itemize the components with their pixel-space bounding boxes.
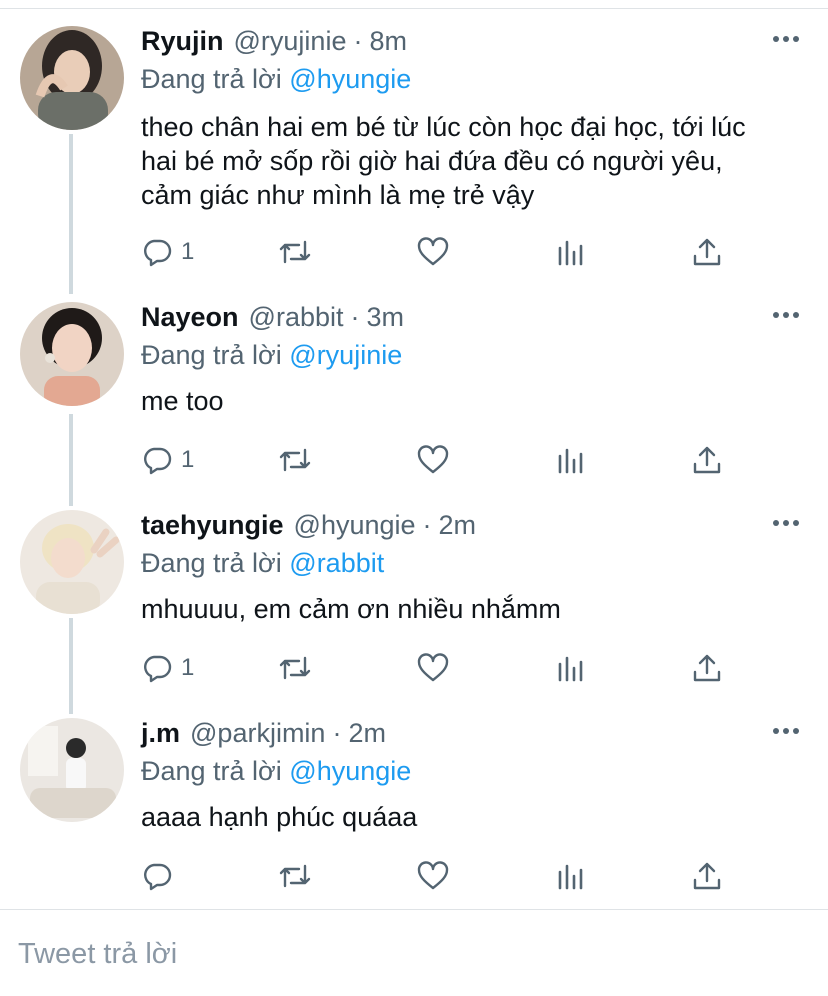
- replying-to-label: Đang trả lời: [141, 64, 282, 94]
- share-upload-icon: [693, 446, 721, 474]
- heart-icon: [417, 237, 449, 266]
- analytics-bars-icon: [558, 240, 583, 266]
- display-name[interactable]: taehyungie: [141, 510, 284, 541]
- like-button[interactable]: [416, 440, 450, 480]
- retweet-button[interactable]: [277, 232, 313, 272]
- avatar[interactable]: [20, 718, 124, 822]
- separator-dot: ·: [353, 26, 363, 56]
- mention-link[interactable]: @ryujinie: [289, 340, 402, 370]
- top-divider: [0, 8, 828, 9]
- tweet-text: aaaa hạnh phúc quáaa: [141, 802, 418, 832]
- reply-button[interactable]: 1: [141, 232, 194, 272]
- retweet-icon: [279, 240, 311, 264]
- retweet-icon: [279, 448, 311, 472]
- share-button[interactable]: [691, 648, 723, 688]
- thread-connector: [69, 618, 73, 714]
- timestamp[interactable]: 2m: [348, 718, 386, 749]
- tweet-text: mhuuuu, em cảm ơn nhiều nhắmm: [141, 594, 561, 624]
- heart-icon: [417, 445, 449, 474]
- reply-button[interactable]: [141, 856, 181, 896]
- tweet-actions: 1: [141, 232, 741, 272]
- thread-connector: [69, 414, 73, 506]
- reply-button[interactable]: 1: [141, 440, 194, 480]
- tweet-header: j.m @parkjimin · 2m: [141, 718, 386, 756]
- tweet-text: theo chân hai em bé từ lúc còn học đại h…: [141, 112, 746, 210]
- heart-icon: [417, 861, 449, 890]
- separator-dot: ·: [422, 510, 432, 540]
- replying-to: Đang trả lời @hyungie: [141, 756, 411, 787]
- analytics-bars-icon: [558, 448, 583, 474]
- comment-bubble-icon: [144, 447, 172, 475]
- tweet-header: Nayeon @rabbit · 3m: [141, 302, 404, 340]
- tweet-header: Ryujin @ryujinie · 8m: [141, 26, 407, 64]
- retweet-button[interactable]: [277, 856, 313, 896]
- timestamp[interactable]: 2m: [439, 510, 477, 541]
- reply-count: 1: [181, 446, 195, 473]
- analytics-bars-icon: [558, 864, 583, 890]
- share-button[interactable]: [691, 440, 723, 480]
- heart-icon: [417, 653, 449, 682]
- replying-to: Đang trả lời @rabbit: [141, 548, 384, 579]
- retweet-icon: [279, 864, 311, 888]
- reply-composer-input[interactable]: Tweet trả lời: [18, 938, 177, 971]
- timestamp[interactable]: 8m: [369, 26, 407, 57]
- display-name[interactable]: Ryujin: [141, 26, 224, 57]
- separator-dot: ·: [332, 718, 342, 748]
- user-handle[interactable]: @parkjimin: [190, 718, 325, 749]
- like-button[interactable]: [416, 856, 450, 896]
- like-button[interactable]: [416, 232, 450, 272]
- tweet-text: me too: [141, 386, 224, 416]
- mention-link[interactable]: @hyungie: [289, 756, 411, 786]
- display-name[interactable]: Nayeon: [141, 302, 239, 333]
- timestamp[interactable]: 3m: [367, 302, 405, 333]
- mention-link[interactable]: @rabbit: [289, 548, 384, 578]
- analytics-bars-icon: [558, 656, 583, 682]
- display-name[interactable]: j.m: [141, 718, 180, 749]
- replying-to: Đang trả lời @ryujinie: [141, 340, 402, 371]
- more-dots-icon[interactable]: [772, 518, 800, 528]
- avatar[interactable]: [20, 26, 124, 130]
- share-upload-icon: [693, 654, 721, 682]
- user-handle[interactable]: @hyungie: [294, 510, 416, 541]
- user-handle[interactable]: @rabbit: [249, 302, 344, 333]
- replying-to-label: Đang trả lời: [141, 340, 282, 370]
- analytics-button[interactable]: [555, 648, 585, 688]
- reply-count: 1: [181, 654, 195, 681]
- more-dots-icon[interactable]: [772, 726, 800, 736]
- share-upload-icon: [693, 862, 721, 890]
- composer-divider: [0, 909, 828, 910]
- separator-dot: ·: [350, 302, 360, 332]
- tweet-actions: 1: [141, 440, 741, 480]
- analytics-button[interactable]: [555, 232, 585, 272]
- analytics-button[interactable]: [555, 856, 585, 896]
- tweet-header: taehyungie @hyungie · 2m: [141, 510, 476, 548]
- more-dots-icon[interactable]: [772, 34, 800, 44]
- like-button[interactable]: [416, 648, 450, 688]
- retweet-button[interactable]: [277, 440, 313, 480]
- avatar[interactable]: [20, 510, 124, 614]
- tweet-actions: [141, 856, 741, 896]
- replying-to-label: Đang trả lời: [141, 756, 282, 786]
- share-upload-icon: [693, 238, 721, 266]
- reply-button[interactable]: 1: [141, 648, 194, 688]
- comment-bubble-icon: [144, 239, 172, 267]
- retweet-icon: [279, 656, 311, 680]
- comment-bubble-icon: [144, 655, 172, 683]
- replying-to-label: Đang trả lời: [141, 548, 282, 578]
- analytics-button[interactable]: [555, 440, 585, 480]
- share-button[interactable]: [691, 856, 723, 896]
- user-handle[interactable]: @ryujinie: [234, 26, 347, 57]
- avatar[interactable]: [20, 302, 124, 406]
- mention-link[interactable]: @hyungie: [289, 64, 411, 94]
- more-dots-icon[interactable]: [772, 310, 800, 320]
- comment-bubble-icon: [144, 863, 172, 891]
- tweet-actions: 1: [141, 648, 741, 688]
- share-button[interactable]: [691, 232, 723, 272]
- reply-count: 1: [181, 238, 195, 265]
- replying-to: Đang trả lời @hyungie: [141, 64, 411, 95]
- thread-connector: [69, 134, 73, 294]
- retweet-button[interactable]: [277, 648, 313, 688]
